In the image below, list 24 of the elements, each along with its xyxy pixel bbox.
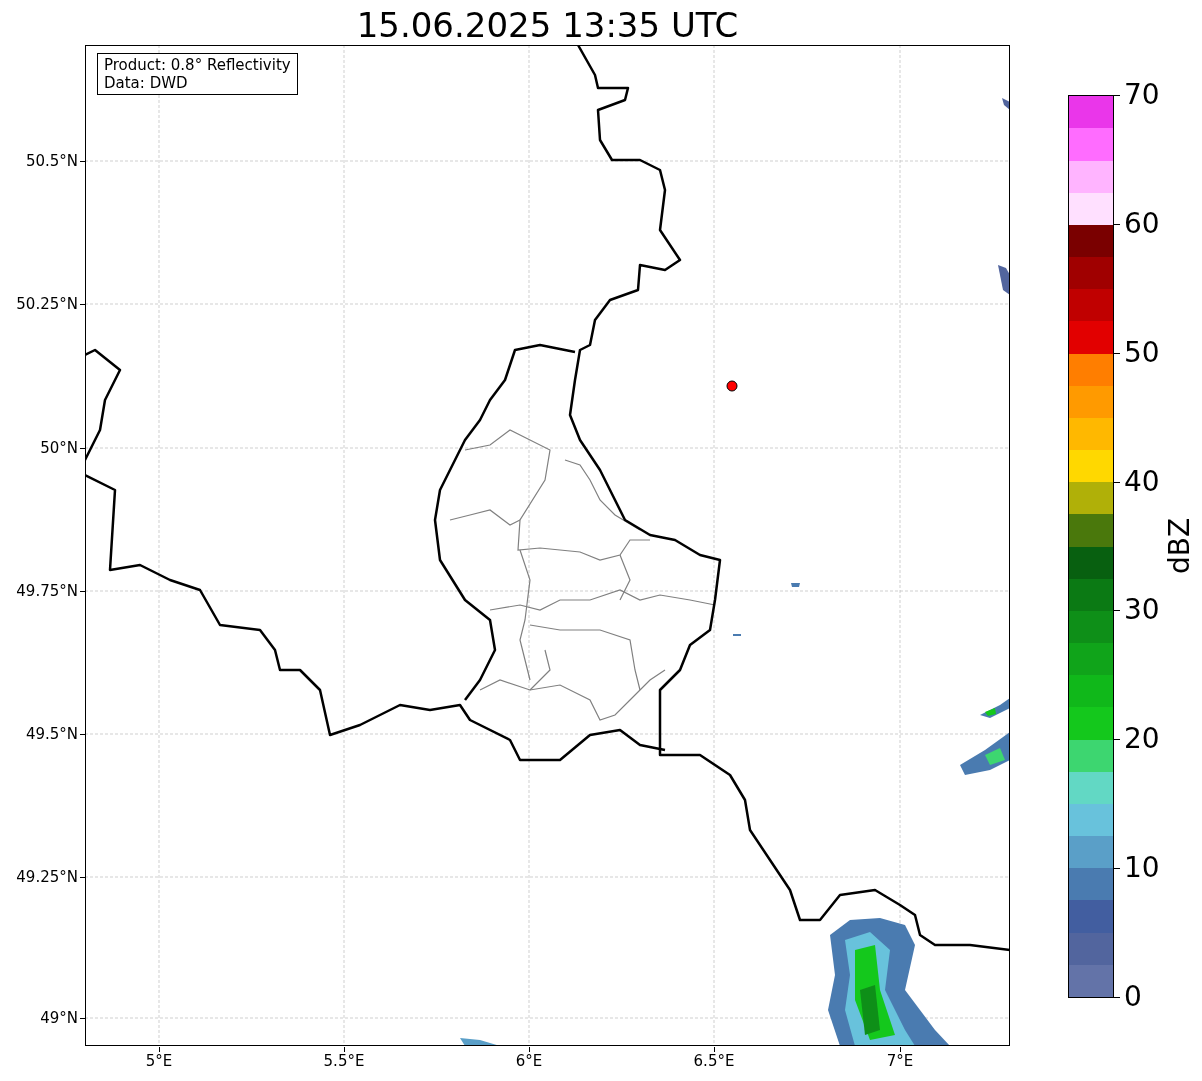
chart-title: 15.06.2025 13:35 UTC <box>355 4 740 46</box>
colorbar-tick-label: 70 <box>1124 79 1160 111</box>
longitude-label: 6.5°E <box>692 1052 736 1070</box>
latitude-label: 50.5°N <box>25 152 78 170</box>
longitude-label: 5.5°E <box>322 1052 366 1070</box>
colorbar-tick-label: 50 <box>1124 336 1160 369</box>
colorbar-tick-label: 20 <box>1124 723 1160 756</box>
latitude-label: 50.25°N <box>16 295 78 313</box>
longitude-label: 6°E <box>514 1052 544 1070</box>
colorbar-tick-label: 0 <box>1124 981 1142 1013</box>
info-text: Product: 0.8° Reflectivity <box>104 56 291 74</box>
colorbar-label: dBZ <box>1164 516 1196 577</box>
latitude-label: 49.5°N <box>25 725 78 743</box>
colorbar-tick-label: 30 <box>1124 594 1160 627</box>
info-text: Data: DWD <box>104 74 189 92</box>
colorbar-tick-label: 10 <box>1124 852 1160 885</box>
longitude-label: 5°E <box>144 1052 174 1070</box>
colorbar-tick-label: 60 <box>1124 207 1160 240</box>
latitude-label: 49.75°N <box>16 582 78 600</box>
latitude-label: 49°N <box>40 1009 78 1027</box>
latitude-label: 50°N <box>40 439 78 457</box>
longitude-label: 7°E <box>885 1052 915 1070</box>
latitude-label: 49.25°N <box>16 868 78 886</box>
colorbar-tick-label: 40 <box>1124 465 1160 498</box>
